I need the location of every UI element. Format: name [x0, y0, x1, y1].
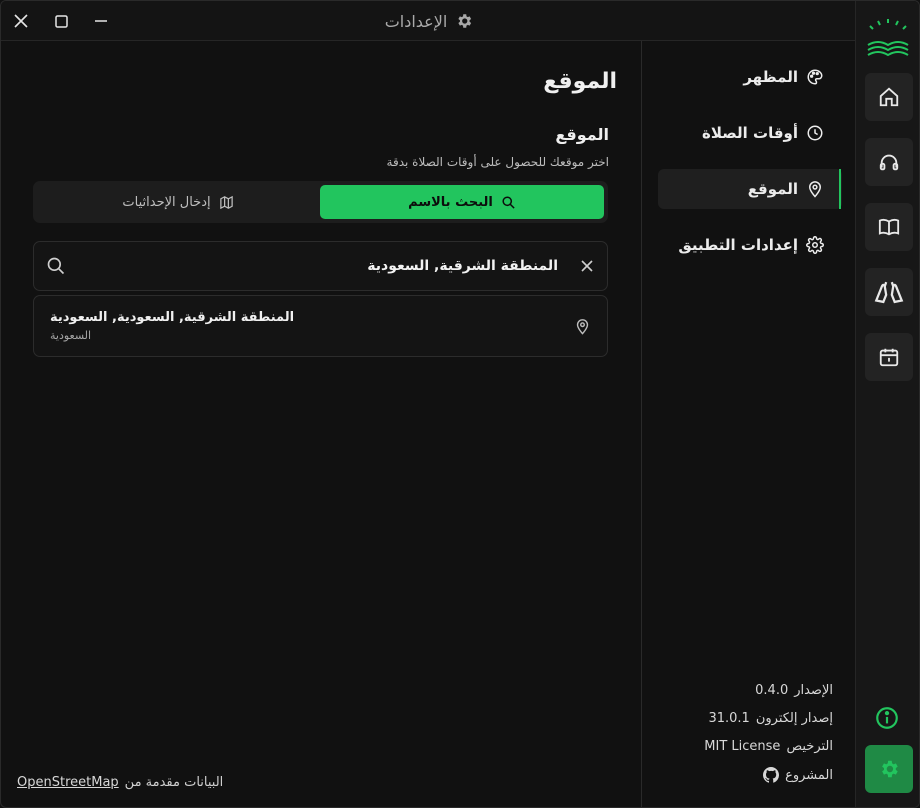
about-electron: إصدار إلكترون 31.0.1 [633, 711, 833, 726]
maximize-icon [54, 14, 68, 28]
enter-coordinates-button[interactable]: إدخال الإحداثيات [37, 185, 319, 219]
minimize-icon [95, 20, 107, 22]
gear-icon [458, 14, 472, 28]
rail-settings-button[interactable] [865, 745, 913, 793]
section-title: الموقع [555, 125, 609, 144]
app-window: الإعدادات الموقع الموقع اختر موقعك للحصو… [0, 0, 920, 808]
rail-duas-button[interactable] [865, 268, 913, 316]
palette-icon [807, 69, 823, 85]
close-button[interactable] [9, 9, 33, 33]
nav-item-app-settings-label: إعدادات التطبيق [678, 236, 798, 254]
search-result-item[interactable]: المنطقة الشرقية, السعودية, السعودية السع… [33, 295, 608, 357]
nav-item-location-label: الموقع [747, 180, 798, 198]
rail-calendar-button[interactable] [865, 333, 913, 381]
clear-icon[interactable] [579, 258, 595, 274]
result-country: السعودية [50, 329, 92, 342]
enter-coordinates-label: إدخال الإحداثيات [122, 194, 211, 210]
data-attribution: OpenStreetMap البيانات مقدمة من [17, 775, 223, 790]
search-icon [502, 195, 515, 209]
location-search-input[interactable] [78, 250, 558, 282]
nav-item-appearance-label: المظهر [743, 68, 798, 86]
map-pin-icon [808, 181, 822, 198]
nav-item-prayer-times-label: أوقات الصلاة [701, 124, 798, 142]
rail-quran-button[interactable] [865, 203, 913, 251]
headphones-icon [879, 154, 899, 171]
electron-label: إصدار إلكترون [755, 711, 833, 726]
license-label: الترخيص [786, 739, 833, 754]
settings-nav: المظهر أوقات الصلاة الموقع إعدادات التطب… [641, 41, 857, 807]
nav-item-app-settings[interactable]: إعدادات التطبيق [658, 225, 842, 265]
search-by-name-button[interactable]: البحث بالاسم [320, 185, 604, 219]
maximize-button[interactable] [49, 9, 73, 33]
nav-active-indicator [839, 169, 841, 209]
location-search-box [33, 241, 608, 291]
book-icon [878, 218, 900, 236]
search-icon [47, 257, 65, 275]
rail-home-button[interactable] [865, 73, 913, 121]
license-value: MIT License [704, 739, 781, 754]
main-content: الموقع الموقع اختر موقعك للحصول على أوقا… [1, 41, 641, 807]
location-mode-toggle: البحث بالاسم إدخال الإحداثيات [33, 181, 608, 223]
close-icon [14, 14, 28, 28]
quran-logo-icon [864, 15, 912, 59]
about-license: الترخيص MIT License [633, 739, 833, 754]
result-name: المنطقة الشرقية, السعودية, السعودية [50, 310, 295, 325]
window-title: الإعدادات [1, 1, 857, 41]
nav-item-appearance[interactable]: المظهر [658, 57, 842, 97]
map-pin-icon [576, 319, 589, 335]
gear-icon [806, 236, 824, 254]
project-label: المشروع [785, 767, 833, 783]
nav-item-prayer-times[interactable]: أوقات الصلاة [658, 113, 842, 153]
window-title-text: الإعدادات [384, 11, 448, 31]
home-icon [879, 87, 899, 107]
clock-icon [807, 125, 823, 141]
openstreetmap-link[interactable]: OpenStreetMap [17, 775, 119, 790]
gear-icon [882, 760, 898, 778]
page-title: الموقع [543, 69, 617, 94]
version-label: الإصدار [794, 683, 833, 698]
rail-audio-button[interactable] [865, 138, 913, 186]
version-value: 0.4.0 [755, 683, 789, 698]
calendar-icon [879, 348, 899, 367]
project-link[interactable]: المشروع [633, 767, 833, 783]
minimize-button[interactable] [89, 9, 113, 33]
github-icon [763, 767, 780, 783]
praying-hands-icon [874, 281, 904, 304]
section-description: اختر موقعك للحصول على أوقات الصلاة بدقة [386, 155, 609, 169]
electron-value: 31.0.1 [708, 711, 750, 726]
search-by-name-label: البحث بالاسم [408, 194, 493, 210]
about-version: الإصدار 0.4.0 [633, 683, 833, 698]
map-icon [219, 195, 233, 209]
nav-item-location[interactable]: الموقع [658, 169, 842, 209]
info-icon[interactable] [874, 705, 900, 731]
app-rail [855, 1, 919, 807]
attribution-text: البيانات مقدمة من [124, 775, 224, 790]
title-bar: الإعدادات [1, 1, 857, 41]
